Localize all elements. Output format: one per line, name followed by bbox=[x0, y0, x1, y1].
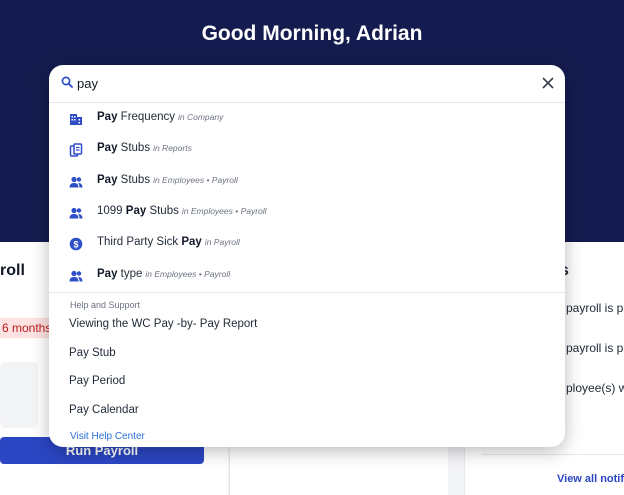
search-result-label: Pay Frequency in Company bbox=[97, 111, 224, 123]
search-result-item[interactable]: Pay Stubs in Reports bbox=[49, 135, 565, 165]
close-icon[interactable] bbox=[541, 76, 555, 90]
view-all-notifications-link[interactable]: View all notific bbox=[557, 473, 624, 485]
report-icon bbox=[69, 143, 83, 157]
people-icon bbox=[69, 270, 83, 282]
help-article-link[interactable]: Viewing the WC Pay -by- Pay Report bbox=[69, 318, 257, 330]
search-dropdown: Pay Frequencyin Company Pay Stubsin Repo… bbox=[49, 65, 565, 447]
payroll-card-title: roll bbox=[0, 262, 25, 279]
people-icon bbox=[69, 176, 83, 188]
search-result-item[interactable]: Pay Frequency in Company bbox=[49, 104, 565, 134]
search-result-item[interactable]: 1099 Pay Stubs in Employees • Payroll bbox=[49, 198, 565, 228]
notification-line: ployee(s) wi bbox=[566, 381, 624, 395]
search-result-label: Third Party Sick Pay in Payroll bbox=[97, 236, 240, 248]
search-result-label: 1099 Pay Stubs in Employees • Payroll bbox=[97, 205, 267, 217]
help-article-link[interactable]: Pay Calendar bbox=[69, 404, 139, 416]
people-icon bbox=[69, 207, 83, 219]
greeting-title: Good Morning, Adrian bbox=[201, 22, 423, 45]
search-result-label: Pay Stubs in Reports bbox=[97, 142, 192, 154]
search-result-item[interactable]: $ Third Party Sick Pay in Payroll bbox=[49, 229, 565, 259]
notification-line: payroll is pa bbox=[566, 301, 624, 315]
building-icon bbox=[70, 114, 82, 125]
search-input[interactable] bbox=[77, 73, 517, 93]
search-result-label: Pay type in Employees • Payroll bbox=[97, 268, 231, 280]
divider bbox=[49, 292, 565, 293]
notification-line: payroll is pa bbox=[566, 341, 624, 355]
search-icon bbox=[61, 76, 73, 88]
search-bar bbox=[49, 65, 565, 103]
months-badge: 6 months bbox=[0, 318, 52, 338]
dollar-icon: $ bbox=[69, 237, 83, 251]
help-article-link[interactable]: Pay Stub bbox=[69, 347, 116, 359]
svg-text:$: $ bbox=[73, 239, 78, 249]
visit-help-center-link[interactable]: Visit Help Center bbox=[70, 431, 145, 442]
help-section-heading: Help and Support bbox=[70, 300, 141, 310]
payroll-summary-box bbox=[0, 362, 38, 428]
search-result-item[interactable]: Pay type in Employees • Payroll bbox=[49, 261, 565, 291]
help-article-link[interactable]: Pay Period bbox=[69, 375, 125, 387]
search-result-item[interactable]: Pay Stubs in Employees • Payroll bbox=[49, 167, 565, 197]
divider bbox=[482, 454, 624, 455]
search-result-label: Pay Stubs in Employees • Payroll bbox=[97, 174, 238, 186]
